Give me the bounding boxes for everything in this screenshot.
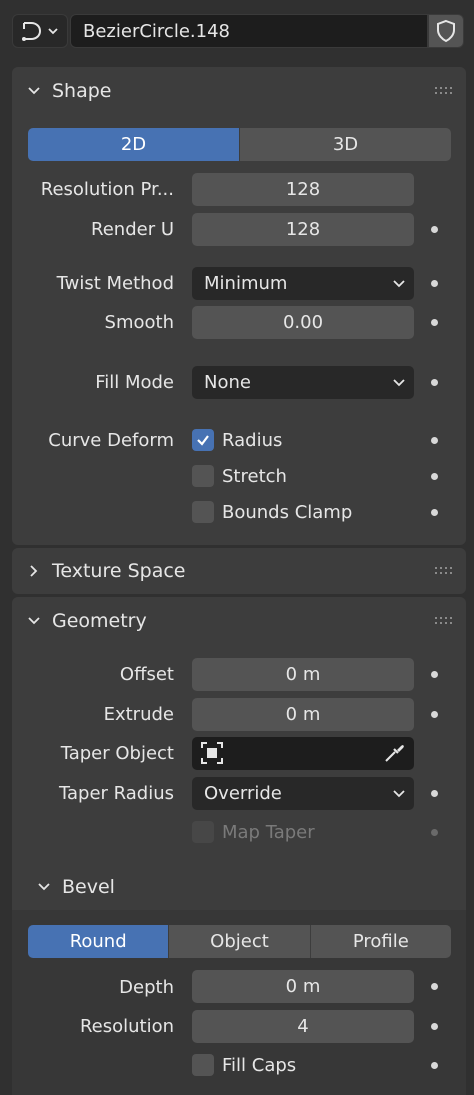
- taper-object-label: Taper Object: [60, 743, 174, 764]
- shield-icon: [437, 19, 455, 43]
- extrude-field[interactable]: 0 m: [192, 698, 414, 731]
- map-taper-checkbox-row[interactable]: Map Taper: [192, 821, 315, 843]
- bevel-profile-button[interactable]: Profile: [310, 925, 451, 958]
- subpanel-title: Bevel: [62, 876, 115, 898]
- chevron-down-icon: [393, 379, 405, 387]
- drag-grip-icon[interactable]: [434, 566, 454, 576]
- eyedropper-icon[interactable]: [382, 741, 406, 765]
- radius-checkbox[interactable]: [192, 429, 214, 451]
- dimensions-toggle: 2D 3D: [28, 128, 451, 161]
- dimension-3d-button[interactable]: 3D: [240, 128, 451, 161]
- panel-title: Shape: [52, 80, 112, 102]
- smooth-field[interactable]: 0.00: [192, 306, 414, 339]
- smooth-label: Smooth: [104, 312, 174, 333]
- map-taper-label: Map Taper: [222, 821, 315, 843]
- resolution-preview-label: Resolution Pr...: [40, 179, 174, 200]
- keyframe-dot[interactable]: [431, 983, 438, 990]
- fill-mode-value: None: [204, 372, 251, 393]
- keyframe-dot[interactable]: [431, 280, 438, 287]
- geometry-panel-header[interactable]: Geometry: [12, 597, 466, 645]
- render-u-label: Render U: [91, 219, 174, 240]
- keyframe-dot[interactable]: [431, 509, 438, 516]
- bounds-clamp-checkbox[interactable]: [192, 501, 214, 523]
- panel-title: Texture Space: [52, 560, 186, 582]
- fill-caps-label: Fill Caps: [222, 1054, 297, 1076]
- texture-space-panel: Texture Space: [12, 548, 466, 594]
- chevron-down-icon: [28, 87, 40, 95]
- stretch-checkbox-row[interactable]: Stretch: [192, 465, 287, 487]
- keyframe-dot[interactable]: [431, 226, 438, 233]
- bevel-subpanel-header[interactable]: Bevel: [36, 876, 115, 898]
- curve-deform-label: Curve Deform: [48, 430, 174, 451]
- chevron-down-icon: [393, 280, 405, 288]
- bevel-round-button[interactable]: Round: [28, 925, 170, 958]
- fill-mode-label: Fill Mode: [95, 372, 174, 393]
- offset-label: Offset: [119, 664, 174, 685]
- taper-radius-label: Taper Radius: [58, 783, 174, 804]
- dimension-2d-button[interactable]: 2D: [28, 128, 240, 161]
- object-data-header: BezierCircle.148: [0, 0, 474, 62]
- taper-object-field[interactable]: [192, 737, 414, 770]
- radius-checkbox-row[interactable]: Radius: [192, 429, 282, 451]
- shape-panel-header[interactable]: Shape: [12, 67, 466, 115]
- map-taper-checkbox[interactable]: [192, 821, 214, 843]
- curve-icon: [22, 22, 42, 41]
- chevron-down-icon: [28, 617, 40, 625]
- keyframe-dot[interactable]: [431, 437, 438, 444]
- panel-title: Geometry: [52, 610, 147, 632]
- render-u-field[interactable]: 128: [192, 213, 414, 246]
- object-icon: [201, 742, 223, 764]
- keyframe-dot[interactable]: [431, 790, 438, 797]
- keyframe-dot[interactable]: [431, 473, 438, 480]
- extrude-label: Extrude: [103, 704, 174, 725]
- bevel-resolution-label: Resolution: [79, 1016, 174, 1037]
- chevron-down-icon: [38, 883, 50, 891]
- taper-radius-dropdown[interactable]: Override: [192, 777, 414, 810]
- bevel-mode-toggle: Round Object Profile: [28, 925, 451, 958]
- depth-label: Depth: [119, 977, 174, 998]
- chevron-right-icon: [30, 565, 38, 577]
- resolution-preview-field[interactable]: 128: [192, 173, 414, 206]
- stretch-checkbox[interactable]: [192, 465, 214, 487]
- keyframe-dot: [431, 829, 438, 836]
- bounds-clamp-label: Bounds Clamp: [222, 501, 353, 523]
- keyframe-dot[interactable]: [431, 1023, 438, 1030]
- bevel-object-button[interactable]: Object: [169, 925, 311, 958]
- fake-user-button[interactable]: [428, 14, 464, 48]
- offset-field[interactable]: 0 m: [192, 658, 414, 691]
- data-type-selector[interactable]: [12, 14, 68, 48]
- keyframe-dot[interactable]: [431, 671, 438, 678]
- bevel-resolution-field[interactable]: 4: [192, 1010, 414, 1043]
- fill-caps-checkbox[interactable]: [192, 1054, 214, 1076]
- drag-grip-icon[interactable]: [434, 86, 454, 96]
- keyframe-dot[interactable]: [431, 711, 438, 718]
- chevron-down-icon: [48, 28, 58, 35]
- properties-editor: BezierCircle.148 Shape 2D 3D Resolution: [0, 0, 474, 1095]
- fill-mode-dropdown[interactable]: None: [192, 366, 414, 399]
- taper-radius-value: Override: [204, 783, 282, 804]
- chevron-down-icon: [393, 790, 405, 798]
- radius-label: Radius: [222, 429, 283, 451]
- twist-method-dropdown[interactable]: Minimum: [192, 267, 414, 300]
- stretch-label: Stretch: [222, 465, 287, 487]
- fill-caps-checkbox-row[interactable]: Fill Caps: [192, 1054, 296, 1076]
- keyframe-dot[interactable]: [431, 1062, 438, 1069]
- drag-grip-icon[interactable]: [434, 616, 454, 626]
- object-name-field[interactable]: BezierCircle.148: [70, 14, 428, 48]
- twist-method-label: Twist Method: [56, 273, 174, 294]
- bounds-clamp-checkbox-row[interactable]: Bounds Clamp: [192, 501, 352, 523]
- keyframe-dot[interactable]: [431, 379, 438, 386]
- keyframe-dot[interactable]: [431, 319, 438, 326]
- texture-space-panel-header[interactable]: Texture Space: [12, 548, 466, 594]
- checkmark-icon: [197, 435, 209, 446]
- twist-method-value: Minimum: [204, 273, 288, 294]
- depth-field[interactable]: 0 m: [192, 970, 414, 1003]
